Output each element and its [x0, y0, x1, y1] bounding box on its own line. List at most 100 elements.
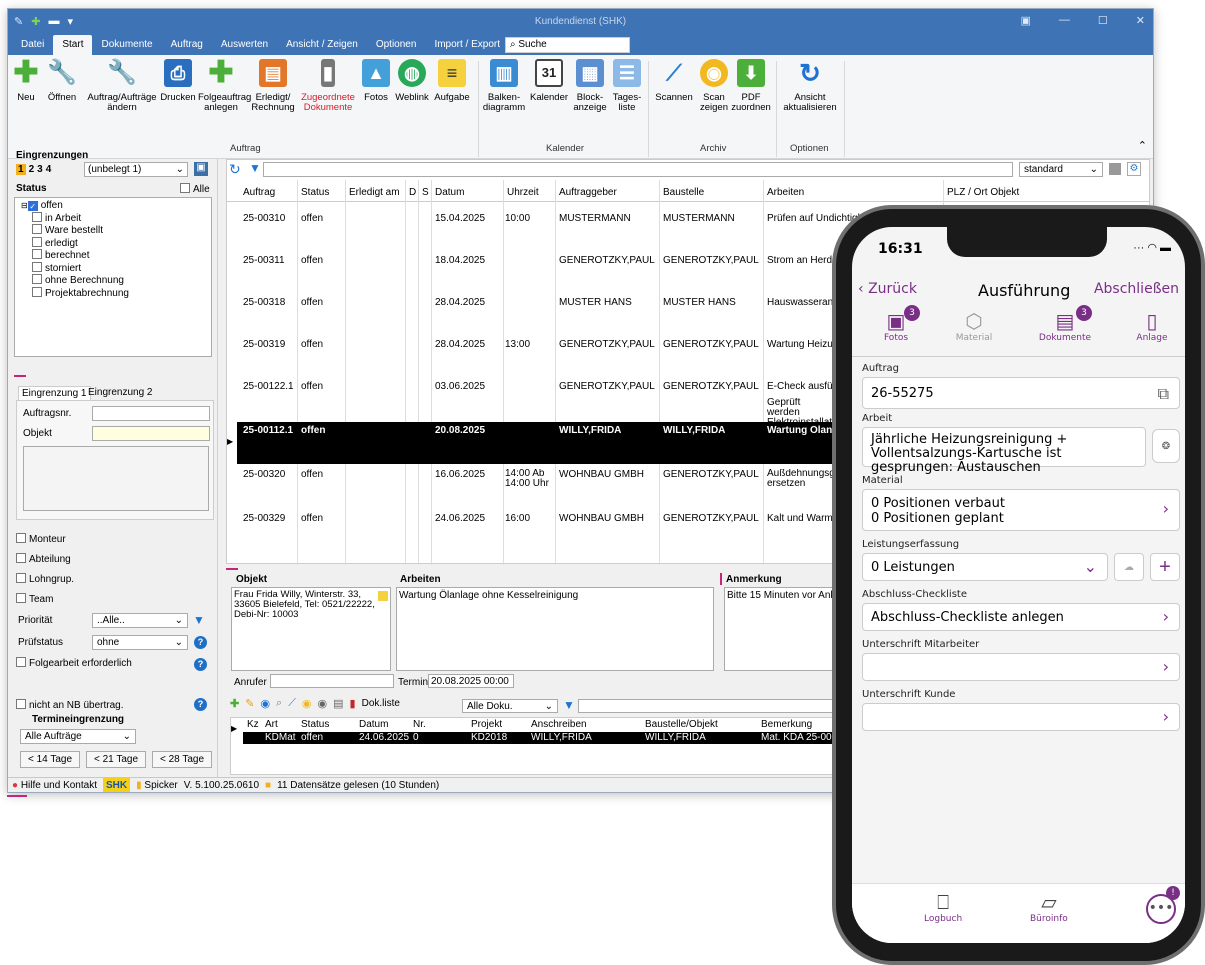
neu-button[interactable]: ✚ Neu: [12, 58, 40, 103]
auftrag-aendern-button[interactable]: 🔧 Auftrag/Aufträge ändern: [82, 59, 162, 113]
doc-search-input[interactable]: [578, 699, 844, 713]
menu-search-input[interactable]: ⌕ Suche: [505, 37, 630, 53]
refresh-icon[interactable]: ↻: [229, 161, 241, 178]
tab-num-2[interactable]: 2: [29, 164, 35, 175]
tree-item-berechnet[interactable]: berechnet: [21, 249, 205, 262]
shk-button[interactable]: SHK: [103, 778, 131, 792]
tab-fotos[interactable]: ▣ Fotos 3: [874, 305, 920, 343]
objekt-input[interactable]: [92, 426, 210, 441]
auftragsnr-input[interactable]: [92, 406, 210, 421]
weblink-button[interactable]: ◍ Weblink: [394, 59, 430, 103]
nb-checkbox[interactable]: nicht an NB übertrag.: [16, 699, 124, 711]
col-s[interactable]: S: [422, 184, 429, 202]
doc-row-selected[interactable]: KDMat offen 24.06.2025 0 KD2018 WILLY,FR…: [243, 732, 845, 744]
doc-col-anschreiben[interactable]: Anschreiben: [531, 719, 587, 730]
sig-kunde-field[interactable]: ›: [862, 703, 1180, 731]
aufgabe-button[interactable]: ≡ Aufgabe: [432, 59, 472, 103]
scannen-button[interactable]: ⟋ Scannen: [652, 59, 696, 103]
doc-col-status[interactable]: Status: [301, 719, 329, 730]
blockanzeige-button[interactable]: ▦ Block- anzeige: [570, 59, 610, 113]
add-leistung-button[interactable]: +: [1150, 553, 1180, 581]
doc-col-baustelle[interactable]: Baustelle/Objekt: [645, 719, 718, 730]
disc-icon[interactable]: ◉: [302, 697, 312, 710]
collapse-ribbon-icon[interactable]: ⌃: [1138, 139, 1147, 152]
fotos-button[interactable]: ▲ Fotos: [360, 59, 392, 103]
erledigt-button[interactable]: ▤ Erledigt/ Rechnung: [248, 59, 298, 113]
abteilung-checkbox[interactable]: Abteilung: [16, 553, 71, 565]
menu-auftrag[interactable]: Auftrag: [162, 35, 212, 55]
doc-col-kz[interactable]: Kz: [247, 719, 259, 730]
tree-item-ohne-berechnung[interactable]: ohne Berechnung: [21, 274, 205, 287]
col-arbeiten[interactable]: Arbeiten: [767, 184, 804, 202]
sig-mitarbeiter-field[interactable]: ›: [862, 653, 1180, 681]
bueroinfo-button[interactable]: ▱ Büroinfo: [1030, 890, 1068, 924]
termin-select[interactable]: Alle Aufträge ⌄: [20, 729, 136, 744]
tab-num-3[interactable]: 3: [37, 164, 43, 175]
abschliessen-button[interactable]: Abschließen: [1094, 281, 1179, 297]
col-status[interactable]: Status: [301, 184, 329, 202]
menu-datei[interactable]: Datei: [12, 35, 53, 55]
unbelegt-select[interactable]: (unbelegt 1) ⌄: [84, 162, 188, 177]
eye-icon[interactable]: ◉: [260, 697, 270, 710]
tree-item-projektabrechnung[interactable]: Projektabrechnung: [21, 286, 205, 300]
doc-filter-select[interactable]: Alle Doku. ⌄: [462, 699, 558, 713]
col-d[interactable]: D: [409, 184, 416, 202]
dokliste-label[interactable]: Dok.liste: [362, 698, 400, 709]
menu-import-export[interactable]: Import / Export: [425, 35, 509, 55]
ribbon-display-icon[interactable]: ▣: [1021, 14, 1031, 27]
doc-col-datum[interactable]: Datum: [359, 719, 388, 730]
doc-col-nr[interactable]: Nr.: [413, 719, 426, 730]
menu-auswerten[interactable]: Auswerten: [212, 35, 277, 55]
balkendiagramm-button[interactable]: ▥ Balken- diagramm: [482, 59, 526, 113]
col-datum[interactable]: Datum: [435, 184, 464, 202]
col-plz-ort[interactable]: PLZ / Ort Objekt: [947, 184, 1019, 202]
minimize-button[interactable]: —: [1059, 14, 1070, 27]
alle-checkbox[interactable]: Alle: [180, 183, 210, 195]
tab-num-1[interactable]: 1: [16, 164, 26, 175]
col-erledigt[interactable]: Erledigt am: [349, 184, 400, 202]
menu-dokumente[interactable]: Dokumente: [92, 35, 161, 55]
tab-num-4[interactable]: 4: [46, 164, 52, 175]
anrufer-input[interactable]: [270, 674, 394, 688]
drucken-button[interactable]: ⎙ Drucken: [158, 59, 198, 103]
detail-anmerkung-text[interactable]: Bitte 15 Minuten vor Anku: [724, 587, 844, 671]
logbuch-button[interactable]: ⎕ Logbuch: [924, 890, 962, 924]
maximize-button[interactable]: ☐: [1098, 14, 1108, 27]
copy-icon[interactable]: ⧉: [1158, 384, 1169, 404]
doc-col-bemerkung[interactable]: Bemerkung: [761, 719, 812, 730]
kalender-button[interactable]: 31 Kalender: [528, 59, 570, 103]
tree-item-ware-bestellt[interactable]: Ware bestellt: [21, 224, 205, 237]
filter-icon[interactable]: ▼: [249, 161, 261, 175]
tree-item-erledigt[interactable]: erledigt: [21, 236, 205, 250]
grid-icon[interactable]: [1109, 163, 1121, 175]
col-baustelle[interactable]: Baustelle: [663, 184, 704, 202]
filter-icon[interactable]: ▼: [563, 698, 575, 712]
spicker-button[interactable]: ▮ Spicker: [136, 778, 178, 792]
detail-objekt-text[interactable]: Frau Frida Willy, Winterstr. 33, 33605 B…: [231, 587, 391, 671]
auftrag-field[interactable]: 26-55275 ⧉: [862, 377, 1180, 409]
checkliste-field[interactable]: Abschluss-Checkliste anlegen ›: [862, 603, 1180, 631]
menu-ansicht[interactable]: Ansicht / Zeigen: [277, 35, 367, 55]
settings-icon[interactable]: ⚙: [1127, 162, 1141, 176]
book-icon[interactable]: ▮: [350, 697, 356, 710]
close-button[interactable]: ✕: [1136, 14, 1145, 27]
prioritaet-select[interactable]: ..Alle.. ⌄: [92, 613, 188, 628]
help-icon[interactable]: ?: [194, 698, 207, 711]
tab-anlage[interactable]: ▯ Anlage: [1130, 309, 1174, 343]
pruefstatus-select[interactable]: ohne ⌄: [92, 635, 188, 650]
doc-col-art[interactable]: Art: [265, 719, 278, 730]
team-checkbox[interactable]: Team: [16, 593, 53, 605]
help-icon[interactable]: ?: [194, 658, 207, 671]
detail-arbeiten-text[interactable]: Wartung Ölanlage ohne Kesselreinigung: [396, 587, 714, 671]
save-icon[interactable]: ▣: [194, 162, 208, 176]
help-contact-button[interactable]: ● Hilfe und Kontakt: [12, 778, 97, 792]
tab-eingrenzung-2[interactable]: Eingrenzung 2: [88, 387, 153, 398]
col-uhrzeit[interactable]: Uhrzeit: [507, 184, 539, 202]
view-select[interactable]: standard ⌄: [1019, 162, 1103, 177]
folgeauftrag-button[interactable]: ✚ Folgeauftrag anlegen: [198, 58, 251, 113]
lohngrup-checkbox[interactable]: Lohngrup.: [16, 573, 74, 585]
tagesliste-button[interactable]: ☰ Tages- liste: [610, 59, 644, 113]
tree-item-storniert[interactable]: storniert: [21, 261, 205, 275]
leistung-select[interactable]: 0 Leistungen ⌄: [862, 553, 1108, 581]
col-auftraggeber[interactable]: Auftraggeber: [559, 184, 617, 202]
